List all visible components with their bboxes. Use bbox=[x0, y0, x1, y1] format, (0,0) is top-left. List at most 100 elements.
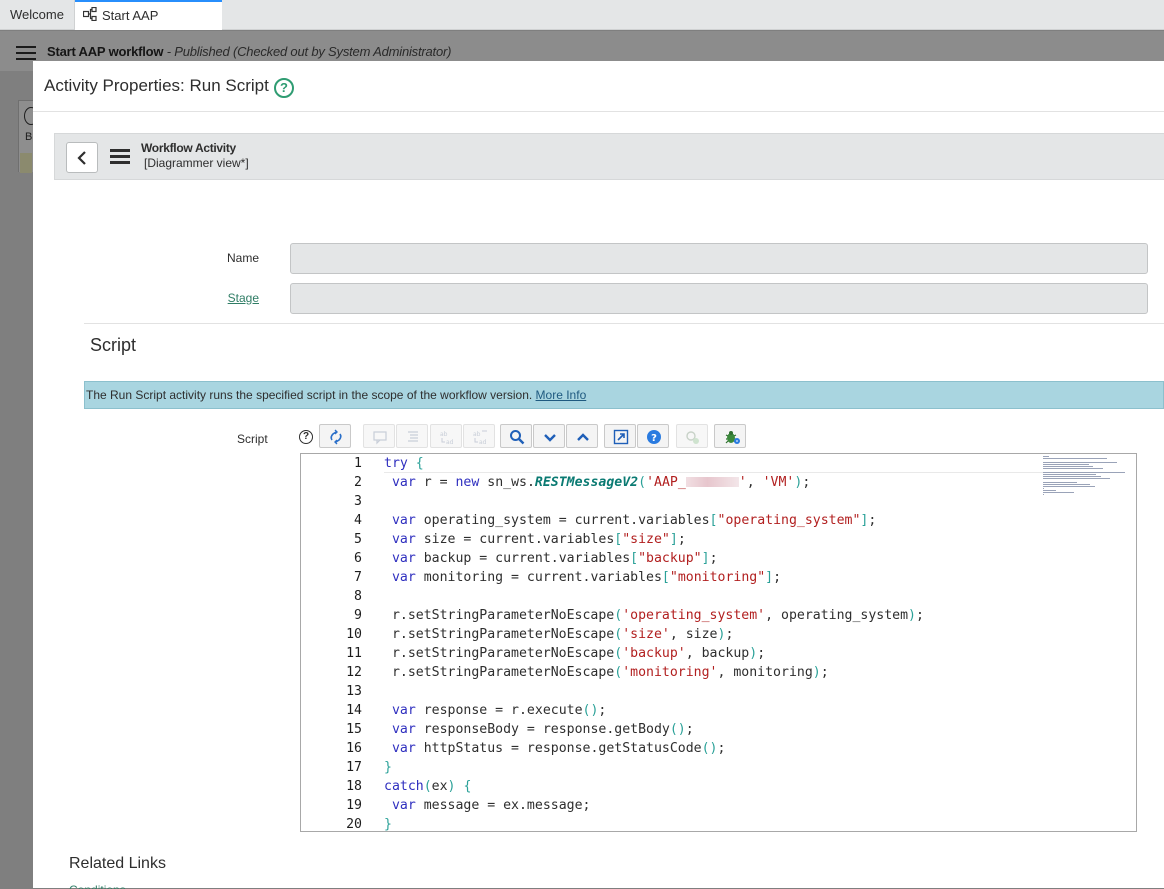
replace-button[interactable]: ab ad bbox=[430, 424, 462, 448]
line-number: 20 bbox=[346, 817, 362, 832]
code-token: operating_system = current.variables bbox=[415, 513, 710, 528]
code-token: { bbox=[415, 456, 424, 471]
workflow-title: Start AAP workflow - Published (Checked … bbox=[47, 44, 452, 59]
code-minimap[interactable] bbox=[1043, 456, 1127, 498]
code-token: , monitoring bbox=[717, 665, 813, 680]
find-next-button[interactable] bbox=[533, 424, 565, 448]
code-token: httpStatus = response.getStatusCode bbox=[415, 741, 702, 756]
code-token: var bbox=[391, 741, 416, 756]
back-button[interactable] bbox=[66, 142, 98, 173]
code-token: catch bbox=[384, 779, 424, 794]
code-token: () bbox=[669, 722, 686, 737]
code-token: ; bbox=[820, 665, 829, 680]
code-token: ) bbox=[908, 608, 916, 623]
activity-properties-modal: Activity Properties: Run Script ? Workfl… bbox=[33, 61, 1164, 889]
workflow-icon bbox=[82, 3, 97, 30]
code-line: } bbox=[384, 815, 1134, 831]
name-field[interactable] bbox=[290, 243, 1148, 274]
info-text: The Run Script activity runs the specifi… bbox=[86, 388, 533, 402]
code-area[interactable]: try { var r = new sn_ws.RESTMessageV2('A… bbox=[384, 454, 1134, 831]
code-token: 'monitoring' bbox=[622, 665, 718, 680]
code-token: ( bbox=[614, 646, 623, 661]
help-button[interactable]: ? bbox=[637, 424, 669, 448]
code-token: var bbox=[391, 532, 416, 547]
code-token: RESTMessageV2 bbox=[534, 475, 639, 490]
code-token: r.setStringParameterNoEscape bbox=[384, 608, 615, 623]
section-divider bbox=[84, 323, 1164, 324]
code-token: { bbox=[463, 779, 472, 794]
svg-text:?: ? bbox=[651, 433, 657, 444]
comment-selected-button[interactable] bbox=[363, 424, 395, 448]
code-token: ; bbox=[757, 646, 766, 661]
line-number: 14 bbox=[346, 703, 362, 718]
script-editor[interactable]: 1 2 3 4 5 6 7 8 9 10 11 12 13 14 15 16 17 18 19 20 try { va… bbox=[300, 453, 1137, 832]
highlight-block bbox=[20, 153, 32, 173]
code-token: [ bbox=[630, 551, 639, 566]
code-token: "size" bbox=[622, 532, 670, 547]
code-token: monitoring = current.variables bbox=[415, 570, 662, 585]
search-icon bbox=[510, 430, 525, 445]
bug-icon bbox=[725, 431, 740, 444]
line-number: 13 bbox=[346, 684, 362, 699]
code-line: var message = ex.message; bbox=[384, 796, 1134, 815]
debug-button[interactable] bbox=[714, 424, 746, 448]
code-token: backup = current.variables bbox=[415, 551, 631, 566]
tab-start-aap-workflow[interactable]: Start AAP workflow bbox=[75, 0, 222, 51]
search-button[interactable] bbox=[500, 424, 532, 448]
script-section-title: Script bbox=[90, 335, 137, 355]
replace-all-icon: abad bbox=[473, 430, 487, 445]
find-previous-button[interactable] bbox=[566, 424, 598, 448]
line-number: 15 bbox=[346, 722, 362, 737]
tab-strip: Welcome Start AAP workflow bbox=[0, 0, 1164, 51]
script-debugger-button[interactable] bbox=[676, 424, 708, 448]
code-token: var bbox=[391, 475, 416, 490]
format-code-button[interactable] bbox=[396, 424, 428, 448]
code-token: ; bbox=[709, 551, 718, 566]
code-token: "backup" bbox=[638, 551, 702, 566]
code-line: var r = new sn_ws.RESTMessageV2('AAP_ ', … bbox=[384, 473, 1134, 492]
code-token: sn_ws. bbox=[479, 475, 535, 490]
code-token: 'AAP_ bbox=[646, 475, 686, 490]
line-number: 11 bbox=[346, 646, 362, 661]
line-number: 9 bbox=[354, 608, 362, 623]
tab-welcome[interactable]: Welcome bbox=[0, 0, 75, 30]
related-link-conditions[interactable]: Conditions bbox=[69, 883, 126, 889]
code-token: new bbox=[455, 475, 480, 490]
code-token: [ bbox=[661, 570, 670, 585]
stage-field[interactable] bbox=[290, 283, 1148, 314]
context-menu-icon[interactable] bbox=[110, 149, 130, 165]
code-token: ; bbox=[802, 475, 811, 490]
syntax-toggle-icon bbox=[330, 429, 342, 445]
code-token: r.setStringParameterNoEscape bbox=[384, 646, 615, 661]
stage-label-link[interactable]: Stage bbox=[139, 291, 259, 305]
name-label: Name bbox=[226, 251, 259, 265]
sidebar-letter: B bbox=[25, 131, 33, 143]
code-line: catch(ex) { bbox=[384, 777, 1134, 796]
code-line: r.setStringParameterNoEscape('backup', b… bbox=[384, 644, 1134, 663]
line-number: 4 bbox=[354, 513, 362, 528]
chevron-up-icon bbox=[577, 433, 589, 441]
replace-all-button[interactable]: ab ad bbox=[463, 424, 495, 448]
code-token: var bbox=[391, 703, 416, 718]
code-token: ] bbox=[765, 570, 774, 585]
toggle-syntax-editor-button[interactable] bbox=[319, 424, 351, 448]
code-line: try { bbox=[384, 454, 1134, 473]
code-token: , backup bbox=[685, 646, 750, 661]
line-number: 12 bbox=[346, 665, 362, 680]
code-line: var httpStatus = response.getStatusCode(… bbox=[384, 739, 1134, 758]
help-icon[interactable]: ? bbox=[274, 78, 294, 98]
code-token: ( bbox=[638, 475, 647, 490]
hamburger-menu-icon bbox=[16, 46, 36, 60]
fullscreen-button[interactable] bbox=[604, 424, 636, 448]
more-info-link[interactable]: More Info bbox=[536, 388, 587, 402]
code-line: var operating_system = current.variables… bbox=[384, 511, 1134, 530]
code-token: var bbox=[391, 570, 416, 585]
script-help-icon[interactable]: ? bbox=[299, 430, 313, 444]
chevron-down-icon bbox=[544, 434, 556, 442]
